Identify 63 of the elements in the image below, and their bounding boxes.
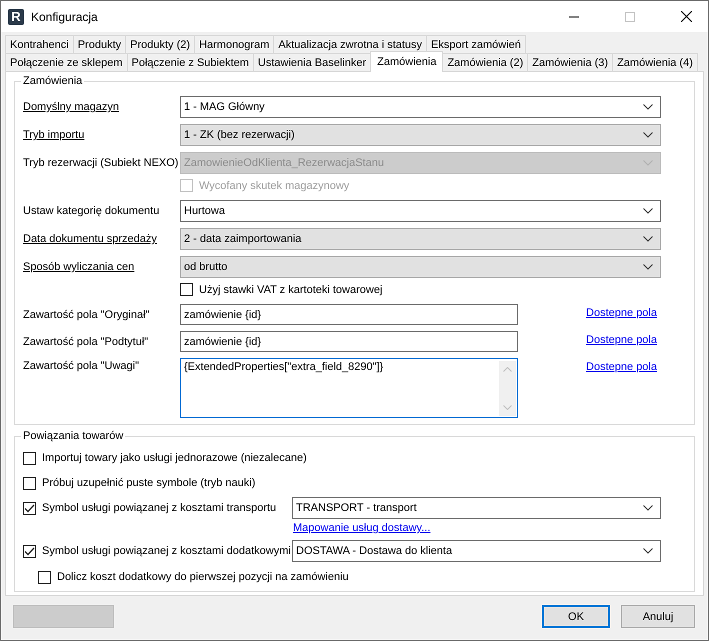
chevron-down-icon <box>643 264 653 270</box>
checkbox-label: Wycofany skutek magazynowy <box>199 180 350 192</box>
text-area[interactable]: {ExtendedProperties["extra_field_8290"]} <box>180 358 518 418</box>
checkbox[interactable] <box>23 502 36 514</box>
chevron-down-icon <box>643 160 653 166</box>
checkbox[interactable] <box>23 476 36 490</box>
dropdown[interactable]: od brutto <box>180 256 661 278</box>
field-label: Zawartość pola "Oryginał" <box>23 308 150 320</box>
checkbox[interactable] <box>23 452 36 464</box>
field-label: Data dokumentu sprzedaży <box>23 233 158 245</box>
field-label: Tryb importu <box>23 129 86 141</box>
chevron-down-icon <box>643 104 653 110</box>
tab[interactable]: Połączenie ze sklepem <box>5 53 128 71</box>
text-field[interactable]: zamówienie {id} <box>180 304 518 325</box>
tab[interactable]: Produkty <box>72 35 126 53</box>
field-label: Sposób wyliczania cen <box>23 261 136 273</box>
checkbox-label: Użyj stawki VAT z kartoteki towarowej <box>199 284 382 296</box>
window-title: Konfiguracja <box>31 10 98 24</box>
tab[interactable]: Zamówienia (2) <box>442 53 528 71</box>
tab[interactable]: Harmonogram <box>194 35 274 53</box>
chevron-down-icon <box>643 208 653 214</box>
field-label: Ustaw kategorię dokumentu <box>23 205 160 217</box>
chevron-down-icon <box>643 548 653 554</box>
tab[interactable]: Zamówienia (3) <box>527 53 614 71</box>
checkbox[interactable] <box>180 283 193 296</box>
available-fields-link[interactable]: Dostepne pola <box>586 307 657 319</box>
field-label: Zawartość pola "Uwagi" <box>23 360 140 372</box>
dropdown[interactable]: 1 - MAG Główny <box>180 96 661 118</box>
field-label: Zawartość pola "Podtytuł" <box>23 336 150 348</box>
tab[interactable]: Produkty (2) <box>125 35 196 53</box>
dropdown[interactable]: DOSTAWA - Dostawa do klienta <box>292 540 661 562</box>
text-field[interactable]: zamówienie {id} <box>180 331 518 352</box>
dropdown[interactable]: Hurtowa <box>180 200 661 222</box>
dialog-button[interactable]: Anuluj <box>621 605 695 628</box>
checkbox[interactable] <box>23 544 36 558</box>
checkbox-label: Symbol usługi powiązanej z kosztami transportu <box>42 502 276 514</box>
available-fields-link[interactable]: Dostepne pola <box>586 361 657 373</box>
checkbox-label: Dolicz koszt dodatkowy do pierwszej pozycji na zamówieniu <box>57 571 349 583</box>
chevron-down-icon <box>643 236 653 242</box>
dialog-button[interactable]: OK <box>542 605 610 628</box>
mapping-link[interactable]: Mapowanie usług dostawy... <box>293 522 430 534</box>
app-icon: R <box>8 8 24 24</box>
tab[interactable]: Połączenie z Subiektem <box>126 53 254 71</box>
field-label: Tryb rezerwacji (Subiekt NEXO) <box>23 157 180 169</box>
checkbox[interactable] <box>38 570 51 584</box>
tab[interactable]: Zamówienia <box>370 51 444 72</box>
checkbox-label: Importuj towary jako usługi jednorazowe (niezalecane) <box>42 452 307 464</box>
tab[interactable]: Zamówienia (4) <box>612 53 698 71</box>
checkbox-label: Próbuj uzupełnić puste symbole (tryb nauki) <box>42 477 256 489</box>
field-label: Domyślny magazyn <box>23 101 120 113</box>
available-fields-link[interactable]: Dostepne pola <box>586 334 657 346</box>
dropdown[interactable]: 1 - ZK (bez rezerwacji) <box>180 124 661 146</box>
tab[interactable]: Kontrahenci <box>5 35 74 53</box>
checkbox-label: Symbol usługi powiązanej z kosztami dodatkowymi <box>42 545 291 557</box>
tab[interactable]: Aktualizacja zwrotna i statusy <box>273 35 428 53</box>
chevron-down-icon <box>643 132 653 138</box>
tab[interactable]: Eksport zamówień <box>426 35 526 53</box>
group-title: Powiązania towarów <box>22 430 124 442</box>
group-title: Zamówienia <box>22 75 84 87</box>
close-icon[interactable] <box>681 11 692 22</box>
chevron-down-icon <box>643 505 653 511</box>
dropdown[interactable]: TRANSPORT - transport <box>292 497 661 519</box>
dropdown[interactable]: 2 - data zaimportowania <box>180 228 661 250</box>
